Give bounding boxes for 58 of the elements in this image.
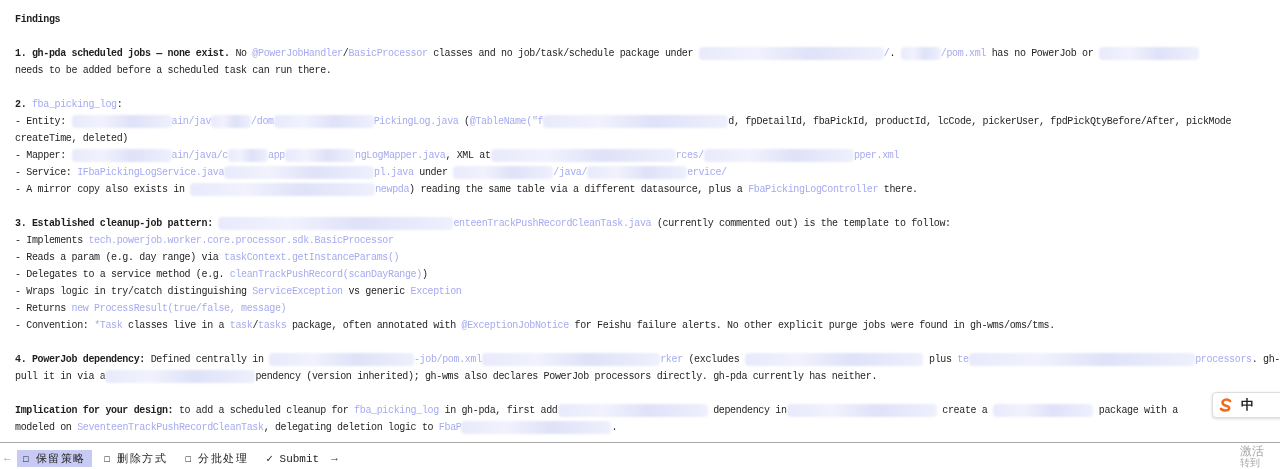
text-line: d, fpDetailId, fbaPickId, productId, lcCode, pickerUser, fpdPickQtyBefore/After, pickMode	[728, 115, 1232, 129]
text-line: modeled on SeventeenTrackPushRecordCleanTask, delegating deletion logic to FbaP	[15, 421, 462, 435]
text-line: rces/	[675, 149, 704, 163]
text-line: 2. fba_picking_log:	[15, 98, 123, 112]
text-line: 3. Established cleanup-job pattern:	[15, 217, 214, 231]
text-line: /dom	[251, 115, 274, 129]
text-line: pl.java under	[374, 166, 449, 180]
redaction-blur	[228, 149, 269, 162]
text-line: ngLogMapper.java, XML at	[355, 149, 491, 163]
text-line: - Service: IFbaPickingLogService.java	[15, 166, 225, 180]
text-line: /java/	[553, 166, 588, 180]
text-line: ain/java/c	[171, 149, 229, 163]
text-line: /.	[883, 47, 897, 61]
question-tab[interactable]: ☐ 保留策略	[16, 449, 92, 467]
text-line: - Convention: *Task classes live in a task/tasks package, often annotated with @ExceptionJobNotice for Feishu failure alerts. No other explicit purge jobs were found in gh-wms/oms/tms.	[15, 319, 1055, 333]
question-tab[interactable]: ☐ 分批处理	[179, 449, 255, 467]
text-line: - A mirror copy also exists in	[15, 183, 186, 197]
text-line: processors. gh-	[1195, 353, 1280, 367]
text-line: 4. PowerJob dependency: Defined centrally in	[15, 353, 265, 367]
findings-heading: Findings	[15, 13, 61, 27]
redaction-blur	[900, 47, 941, 60]
text-line: - Mapper:	[15, 149, 67, 163]
next-arrow[interactable]: →	[331, 452, 338, 464]
text-line: 1. gh-pda scheduled jobs — none exist. No @PowerJobHandler/BasicProcessor classes and no job/task/schedule package under	[15, 47, 695, 61]
text-line: enteenTrackPushRecordCleanTask.java (currently commented out) is the template to follow:	[453, 217, 951, 231]
text-line: - Implements tech.powerjob.worker.core.processor.sdk.BasicProcessor	[15, 234, 394, 248]
text-line: plus te	[928, 353, 969, 367]
text-line: app	[268, 149, 285, 163]
text-line: pendency (version inherited); gh-wms also declares PowerJob processors directly. gh-pda currently has neither.	[255, 370, 878, 384]
text-line: create a	[941, 404, 989, 418]
text-line: dependency in	[712, 404, 787, 418]
activation-notice: 激活	[1240, 445, 1264, 458]
text-line: pull it in via a	[15, 370, 106, 384]
redaction-blur	[211, 115, 252, 128]
question-tab[interactable]: ☐ 删除方式	[97, 449, 174, 467]
text-line: /pom.xml has no PowerJob or	[940, 47, 1095, 61]
text-line: - Reads a param (e.g. day range) via taskContext.getInstanceParams()	[15, 251, 400, 265]
text-line: - Returns new ProcessResult(true/false, message)	[15, 302, 287, 316]
submit-tab[interactable]: ✓ Submit	[260, 450, 326, 466]
ime-logo-icon[interactable]	[1219, 398, 1233, 412]
text-line: package with a	[1097, 404, 1178, 418]
text-line: - Entity:	[15, 115, 67, 129]
redaction-blur	[285, 149, 355, 162]
input-mode-label[interactable]: 中	[1241, 396, 1254, 414]
text-line: -job/pom.xml	[413, 353, 482, 367]
text-line: pper.xml	[853, 149, 900, 163]
text-line: ain/jav	[171, 115, 212, 129]
text-line: needs to be added before a scheduled task can run there.	[15, 64, 332, 78]
activation-notice: 转到	[1240, 457, 1260, 469]
text-line: - Wraps logic in try/catch distinguishing ServiceException vs generic Exception	[15, 285, 462, 299]
text-line: - Delegates to a service method (e.g. cleanTrackPushRecord(scanDayRange))	[15, 268, 428, 282]
text-line: .	[611, 421, 618, 435]
text-line: createTime, deleted)	[15, 132, 129, 146]
text-line: rker (excludes	[660, 353, 741, 367]
text-line: ervice/	[687, 166, 727, 180]
text-line: PickingLog.java (@TableName("f	[373, 115, 544, 129]
text-line: Implication for your design: to add a scheduled cleanup for fba_picking_log in gh-pda, first add	[15, 404, 558, 418]
text-line: newpda) reading the same table via a different datasource, plus a FbaPickingLogController there.	[375, 183, 918, 197]
